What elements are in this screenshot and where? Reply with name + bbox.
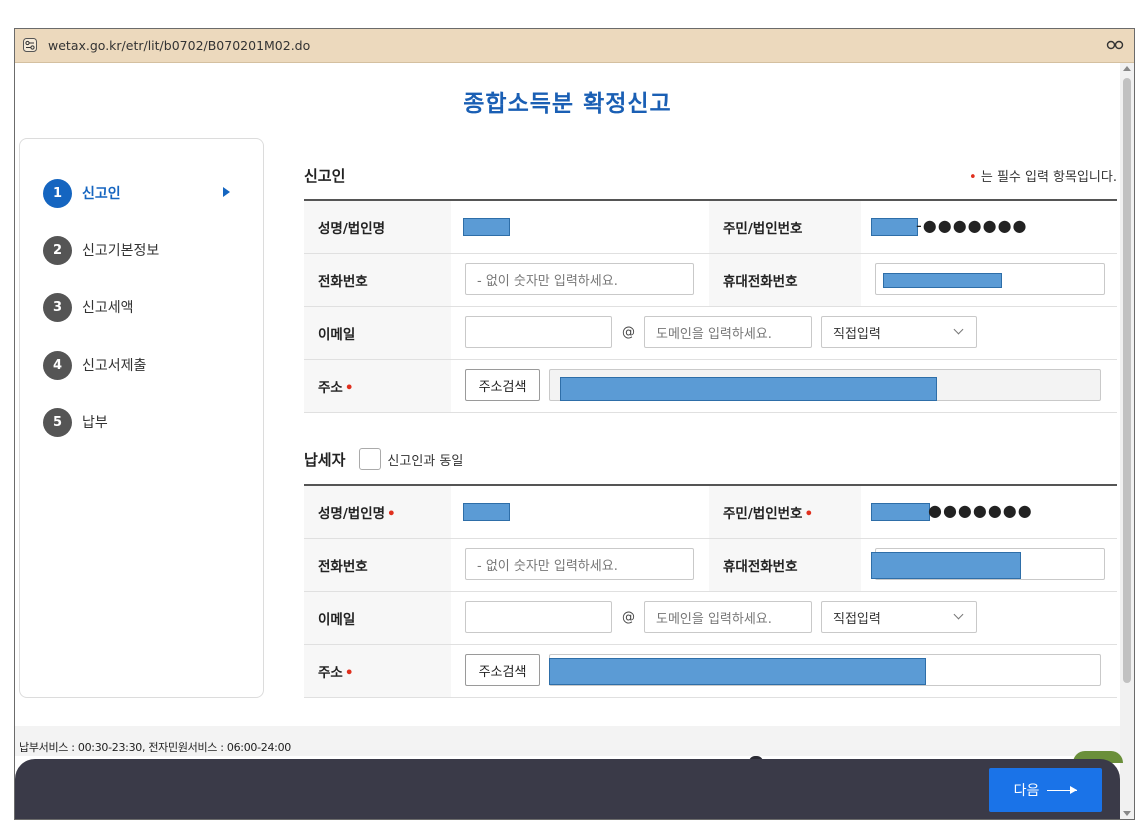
required-note-text: 는 필수 입력 항목입니다. — [980, 170, 1117, 185]
step-label: 신고기본정보 — [82, 243, 160, 259]
address-label: 주소 • — [304, 359, 451, 413]
email-domain-input[interactable]: 도메인을 입력하세요. — [644, 601, 812, 633]
masked-id-text: ●●●●●●● — [928, 501, 1033, 520]
table-row: 전화번호 - 없이 숫자만 입력하세요. 휴대전화번호 — [304, 253, 1117, 307]
address-search-button[interactable]: 주소검색 — [465, 369, 540, 401]
table-row: 주소 • 주소검색 — [304, 359, 1117, 413]
step-number: 1 — [43, 178, 72, 208]
reporter-heading: 신고인 — [304, 167, 346, 185]
taxpayer-form: 성명/법인명 • 주민/법인번호 • ●●●●●●● 전화번호 - 없이 숫자만 입… — [304, 484, 1117, 698]
taxpayer-heading: 납세자 — [304, 450, 346, 469]
step-number: 4 — [43, 350, 72, 380]
mobile-label: 휴대전화번호 — [709, 253, 861, 307]
browser-window: wetax.go.kr/etr/lit/b0702/B070201M02.do … — [14, 28, 1135, 820]
step-number: 2 — [43, 235, 72, 265]
redacted-mobile — [883, 273, 1002, 288]
service-hours: 납부서비스 : 00:30-23:30, 전자민원서비스 : 06:00-24:… — [19, 741, 291, 754]
same-as-reporter-checkbox[interactable] — [359, 448, 382, 470]
url-text[interactable]: wetax.go.kr/etr/lit/b0702/B070201M02.do — [48, 38, 310, 53]
step-3[interactable]: 3 신고세액 — [43, 291, 134, 323]
table-row: 성명/법인명 • 주민/법인번호 • ●●●●●●● — [304, 485, 1117, 539]
vertical-scrollbar[interactable] — [1120, 63, 1134, 819]
address-search-button[interactable]: 주소검색 — [465, 654, 540, 686]
name-label: 성명/법인명 — [304, 200, 451, 254]
table-row: 주소 • 주소검색 — [304, 644, 1117, 698]
password-key-icon[interactable] — [1106, 39, 1124, 51]
next-button[interactable]: 다음 — [989, 768, 1102, 812]
domain-select[interactable]: 직접입력 — [821, 316, 977, 348]
table-row: 이메일 @ 도메인을 입력하세요. 직접입력 — [304, 306, 1117, 360]
reporter-form: 성명/법인명 주민/법인번호 -●●●●●●● 전화번호 - 없이 숫자만 입력… — [304, 199, 1117, 413]
required-dot: • — [969, 170, 977, 185]
step-number: 5 — [43, 407, 72, 437]
site-settings-icon[interactable] — [23, 38, 37, 52]
next-button-label: 다음 — [1013, 783, 1040, 799]
scroll-down-icon[interactable] — [1123, 811, 1131, 816]
step-5[interactable]: 5 납부 — [43, 406, 108, 438]
phone-label: 전화번호 — [304, 538, 451, 592]
arrow-right-icon — [1047, 785, 1078, 794]
step-1[interactable]: 1 신고인 — [43, 177, 230, 209]
step-label: 신고인 — [82, 186, 121, 202]
phone-label: 전화번호 — [304, 253, 451, 307]
step-label: 신고서제출 — [82, 358, 147, 374]
table-row: 이메일 @ 도메인을 입력하세요. 직접입력 — [304, 591, 1117, 645]
redacted-id — [871, 503, 930, 521]
table-row: 전화번호 - 없이 숫자만 입력하세요. 휴대전화번호 — [304, 538, 1117, 592]
scrollbar-thumb[interactable] — [1123, 78, 1131, 683]
redacted-id — [871, 218, 918, 236]
step-label: 신고세액 — [82, 300, 134, 316]
redacted-name — [463, 503, 510, 521]
masked-id-text: -●●●●●●● — [916, 216, 1028, 235]
id-label: 주민/법인번호 • — [709, 485, 861, 539]
phone-input[interactable]: - 없이 숫자만 입력하세요. — [465, 548, 694, 580]
scroll-up-icon[interactable] — [1123, 66, 1131, 71]
redacted-address — [560, 377, 937, 401]
chevron-down-icon — [953, 609, 964, 620]
domain-select[interactable]: 직접입력 — [821, 601, 977, 633]
page-title: 종합소득분 확정신고 — [463, 91, 672, 117]
step-2[interactable]: 2 신고기본정보 — [43, 234, 159, 266]
mobile-label: 휴대전화번호 — [709, 538, 861, 592]
table-row: 성명/법인명 주민/법인번호 -●●●●●●● — [304, 200, 1117, 254]
step-4[interactable]: 4 신고서제출 — [43, 349, 146, 381]
email-label: 이메일 — [304, 306, 451, 360]
current-step-arrow-icon — [223, 187, 230, 197]
step-number: 3 — [43, 292, 72, 322]
id-label: 주민/법인번호 — [709, 200, 861, 254]
required-note: • 는 필수 입력 항목입니다. — [969, 166, 1117, 185]
redacted-address — [549, 658, 926, 685]
email-domain-input[interactable]: 도메인을 입력하세요. — [644, 316, 812, 348]
redacted-name — [463, 218, 510, 236]
same-as-reporter-label[interactable]: 신고인과 동일 — [387, 450, 463, 469]
redacted-mobile — [871, 552, 1021, 579]
at-sign: @ — [622, 325, 635, 340]
at-sign: @ — [622, 610, 635, 625]
email-label: 이메일 — [304, 591, 451, 645]
phone-input[interactable]: - 없이 숫자만 입력하세요. — [465, 263, 694, 295]
step-label: 납부 — [82, 415, 108, 431]
email-id-input[interactable] — [465, 601, 612, 633]
taxpayer-heading-row: 납세자 신고인과 동일 — [304, 448, 463, 470]
email-id-input[interactable] — [465, 316, 612, 348]
address-label: 주소 • — [304, 644, 451, 698]
name-label: 성명/법인명 • — [304, 485, 451, 539]
bottom-action-bar — [15, 759, 1120, 819]
chevron-down-icon — [953, 324, 964, 335]
address-bar[interactable]: wetax.go.kr/etr/lit/b0702/B070201M02.do — [15, 29, 1134, 63]
